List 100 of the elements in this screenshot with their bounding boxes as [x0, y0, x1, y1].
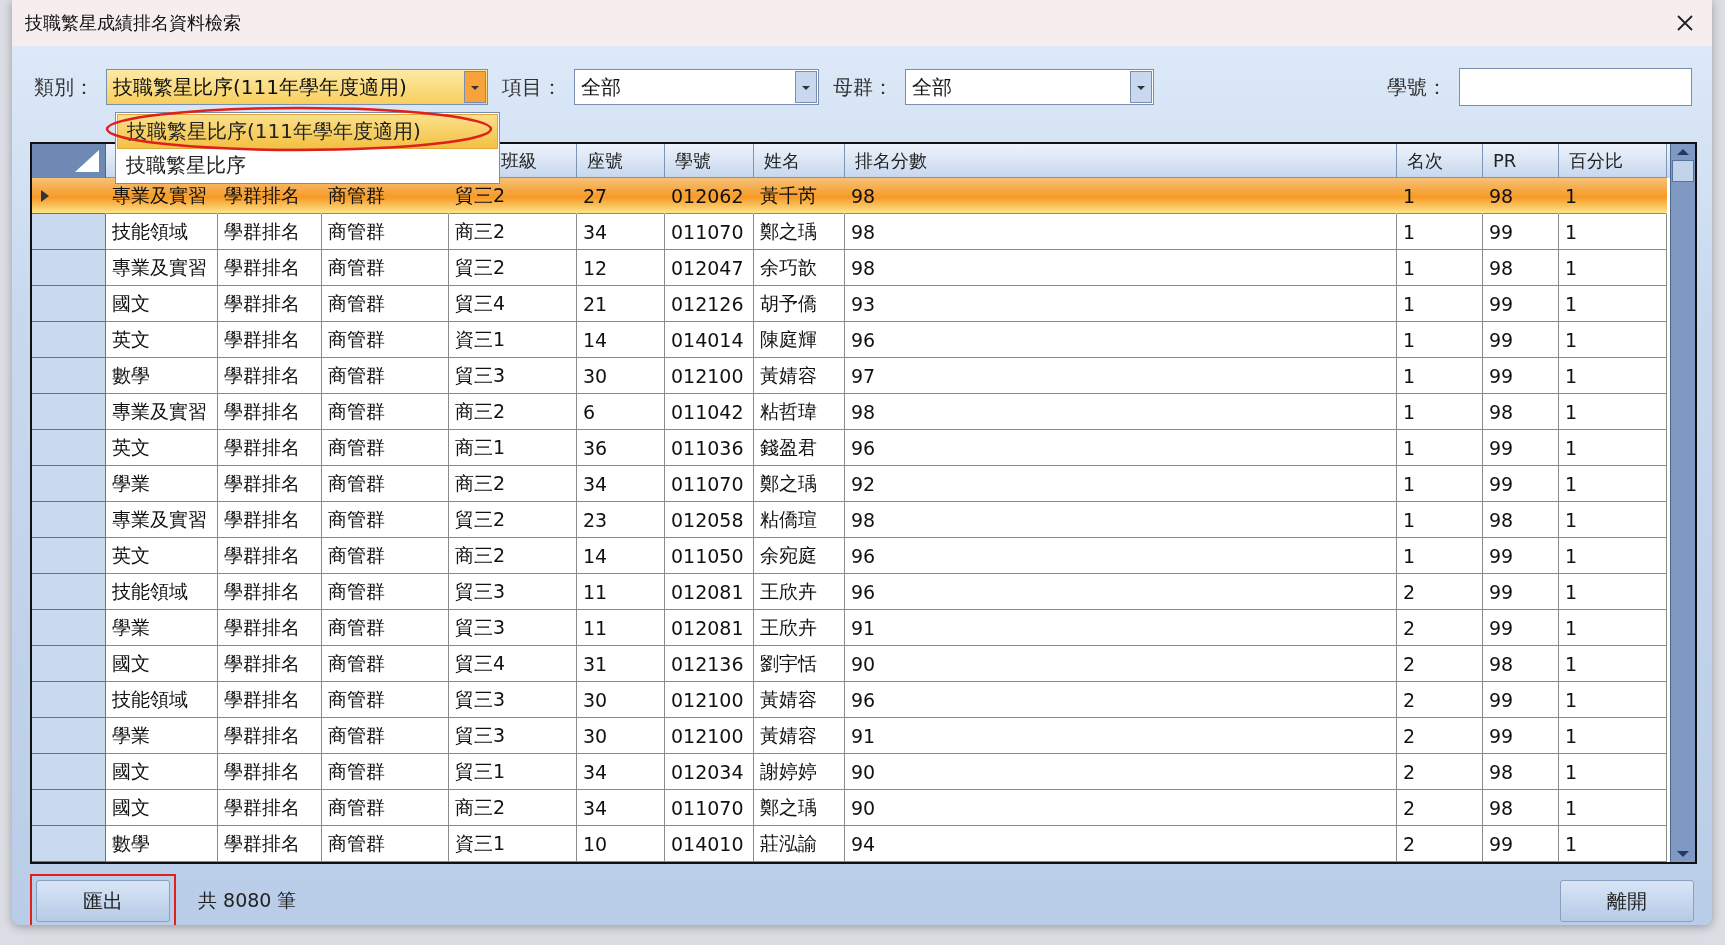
row-header[interactable]	[32, 502, 106, 538]
table-cell: 91	[845, 718, 1397, 754]
table-row[interactable]: 學業 學群排名 商管群 貿三3 30 012100 黃婧容 91 2 99 1	[32, 718, 1670, 754]
table-cell: 1	[1397, 394, 1483, 430]
dropdown-field[interactable]: 全部	[574, 69, 819, 105]
table-cell: 技能領域	[106, 214, 218, 250]
table-row[interactable]: 英文 學群排名 商管群 商三1 36 011036 錢盈君 96 1 99 1	[32, 430, 1670, 466]
table-row[interactable]: 國文 學群排名 商管群 貿三1 34 012034 謝婷婷 90 2 98 1	[32, 754, 1670, 790]
table-cell: 鄭之瑀	[754, 214, 845, 250]
row-header[interactable]	[32, 394, 106, 430]
row-header[interactable]	[32, 322, 106, 358]
table-cell: 黃婧容	[754, 718, 845, 754]
table-cell: 鄭之瑀	[754, 466, 845, 502]
table-row[interactable]: 技能領域 學群排名 商管群 商三2 34 011070 鄭之瑀 98 1 99 1	[32, 214, 1670, 250]
table-cell: 1	[1559, 178, 1667, 214]
table-row[interactable]: 專業及實習 學群排名 商管群 貿三2 23 012058 粘僑瑄 98 1 98 1	[32, 502, 1670, 538]
table-row[interactable]: 學業 學群排名 商管群 貿三3 11 012081 王欣卉 91 2 99 1	[32, 610, 1670, 646]
table-cell: 014014	[665, 322, 754, 358]
table-cell: 012100	[665, 718, 754, 754]
row-header[interactable]	[32, 286, 106, 322]
table-cell: 2	[1397, 610, 1483, 646]
table-cell: 1	[1397, 178, 1483, 214]
table-cell: 貿三3	[449, 358, 577, 394]
table-cell: 專業及實習	[106, 250, 218, 286]
table-cell: 商三2	[449, 790, 577, 826]
table-cell: 黃婧容	[754, 682, 845, 718]
table-cell: 98	[1483, 250, 1559, 286]
row-header[interactable]	[32, 538, 106, 574]
close-icon[interactable]	[1676, 14, 1694, 32]
student-id-field[interactable]	[1459, 68, 1692, 106]
table-cell: 2	[1397, 790, 1483, 826]
table-cell: 黃千芮	[754, 178, 845, 214]
table-cell: 98	[1483, 646, 1559, 682]
table-cell: 014010	[665, 826, 754, 862]
table-cell: 商三1	[449, 430, 577, 466]
table-cell: 011070	[665, 790, 754, 826]
table-cell: 學群排名	[218, 358, 322, 394]
table-cell: 英文	[106, 538, 218, 574]
table-cell: 90	[845, 646, 1397, 682]
table-cell: 99	[1483, 538, 1559, 574]
row-header[interactable]	[32, 682, 106, 718]
table-cell: 11	[577, 574, 665, 610]
row-header[interactable]	[32, 790, 106, 826]
table-row[interactable]: 英文 學群排名 商管群 商三2 14 011050 余宛庭 96 1 99 1	[32, 538, 1670, 574]
table-cell: 學群排名	[218, 574, 322, 610]
table-cell: 國文	[106, 286, 218, 322]
table-cell: 6	[577, 394, 665, 430]
table-cell: 23	[577, 502, 665, 538]
select-all-corner[interactable]	[32, 144, 106, 178]
row-header[interactable]	[32, 754, 106, 790]
row-header[interactable]	[32, 178, 106, 214]
row-header[interactable]	[32, 358, 106, 394]
table-cell: 1	[1397, 502, 1483, 538]
row-header[interactable]	[32, 430, 106, 466]
close-button[interactable]: 離開	[1560, 880, 1694, 922]
table-cell: 21	[577, 286, 665, 322]
table-cell: 012047	[665, 250, 754, 286]
table-row[interactable]: 國文 學群排名 商管群 貿三4 31 012136 劉宇恬 90 2 98 1	[32, 646, 1670, 682]
table-row[interactable]: 專業及實習 學群排名 商管群 貿三2 27 012062 黃千芮 98 1 98 1	[32, 178, 1670, 214]
table-row[interactable]: 專業及實習 學群排名 商管群 貿三2 12 012047 余巧歆 98 1 98 1	[32, 250, 1670, 286]
table-cell: 99	[1483, 466, 1559, 502]
scroll-thumb[interactable]	[1672, 160, 1694, 182]
table-row[interactable]: 數學 學群排名 商管群 貿三3 30 012100 黃婧容 97 1 99 1	[32, 358, 1670, 394]
table-cell: 1	[1559, 214, 1667, 250]
table-cell: 學群排名	[218, 430, 322, 466]
export-button[interactable]: 匯出	[36, 880, 170, 922]
row-header[interactable]	[32, 250, 106, 286]
table-cell: 貿三2	[449, 178, 577, 214]
table-row[interactable]: 國文 學群排名 商管群 貿三4 21 012126 胡予僑 93 1 99 1	[32, 286, 1670, 322]
table-row[interactable]: 技能領域 學群排名 商管群 貿三3 11 012081 王欣卉 96 2 99 1	[32, 574, 1670, 610]
table-cell: 99	[1483, 430, 1559, 466]
table-cell: 012081	[665, 610, 754, 646]
table-cell: 99	[1483, 610, 1559, 646]
table-cell: 99	[1483, 214, 1559, 250]
table-row[interactable]: 學業 學群排名 商管群 商三2 34 011070 鄭之瑀 92 1 99 1	[32, 466, 1670, 502]
row-header[interactable]	[32, 466, 106, 502]
vertical-scrollbar[interactable]	[1670, 144, 1695, 862]
table-cell: 91	[845, 610, 1397, 646]
table-cell: 英文	[106, 430, 218, 466]
table-row[interactable]: 專業及實習 學群排名 商管群 商三2 6 011042 粘哲瑋 98 1 98 1	[32, 394, 1670, 430]
table-cell: 99	[1483, 358, 1559, 394]
row-header[interactable]	[32, 646, 106, 682]
dropdown-field[interactable]: 技職繁星比序(111年學年度適用)	[106, 69, 488, 105]
dropdown-field[interactable]: 全部	[905, 69, 1154, 105]
row-header[interactable]	[32, 826, 106, 862]
table-cell: 商管群	[322, 790, 449, 826]
table-cell: 商三2	[449, 214, 577, 250]
table-row[interactable]: 數學 學群排名 商管群 資三1 10 014010 莊泓諭 94 2 99 1	[32, 826, 1670, 862]
row-header[interactable]	[32, 718, 106, 754]
table-cell: 011050	[665, 538, 754, 574]
row-header[interactable]	[32, 610, 106, 646]
row-header[interactable]	[32, 214, 106, 250]
table-row[interactable]: 國文 學群排名 商管群 商三2 34 011070 鄭之瑀 90 2 98 1	[32, 790, 1670, 826]
table-cell: 專業及實習	[106, 394, 218, 430]
table-row[interactable]: 英文 學群排名 商管群 資三1 14 014014 陳庭輝 96 1 99 1	[32, 322, 1670, 358]
table-cell: 學群排名	[218, 826, 322, 862]
row-header[interactable]	[32, 574, 106, 610]
table-cell: 93	[845, 286, 1397, 322]
table-row[interactable]: 技能領域 學群排名 商管群 貿三3 30 012100 黃婧容 96 2 99 1	[32, 682, 1670, 718]
table-cell: 2	[1397, 826, 1483, 862]
